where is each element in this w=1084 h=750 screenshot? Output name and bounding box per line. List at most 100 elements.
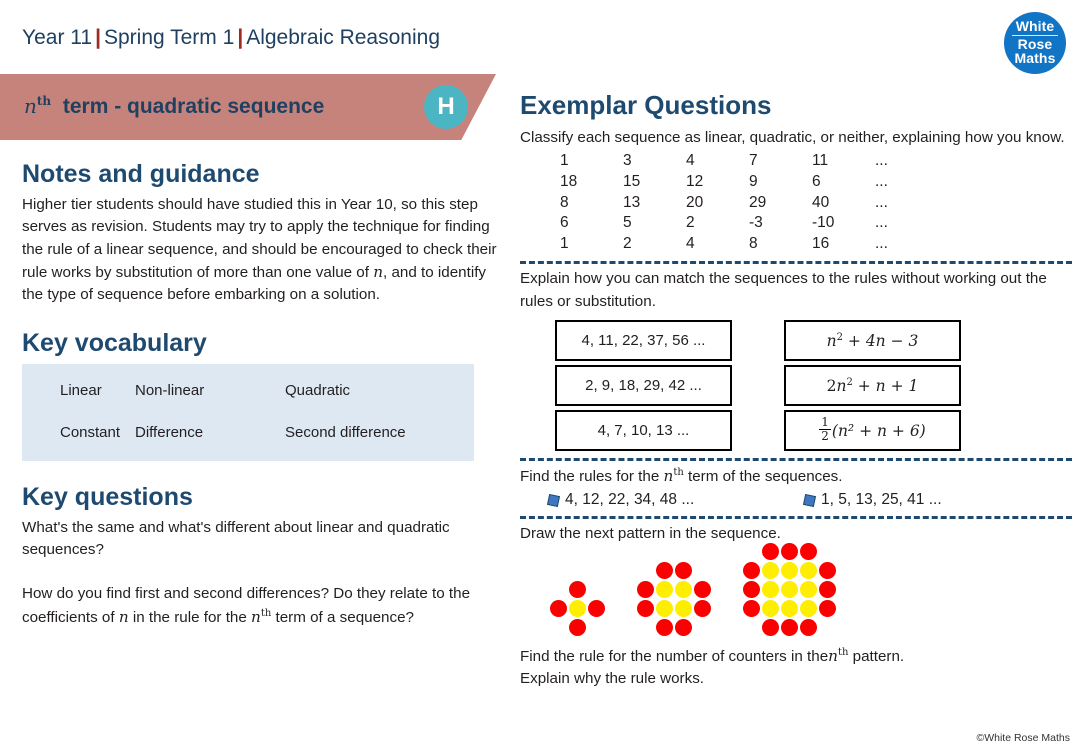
red-counter [637,599,654,617]
counter-pattern-2 [637,561,713,638]
sequence-table: 1 3 4 7 11... 18 15 12 9 6... 8 13 20 29 40... 6 5 2 -3… [560,151,1072,254]
seq-cell: 9 [749,172,758,190]
red-counter [819,599,836,617]
yellow-counter [656,580,673,598]
seq-cell: 13 [623,193,641,211]
yellow-counter [675,580,692,598]
breadcrumb-topic: Algebraic Reasoning [246,26,440,49]
kq2-nth-n: n [251,607,261,626]
rule-rest: (n² + n + 6) [831,421,926,440]
seq-cell: 11 [812,152,829,170]
seq-cell: 12 [686,172,704,190]
seq-cell: ... [875,152,888,170]
task5-th-suffix: th [837,646,849,658]
exemplar-questions-heading: Exemplar Questions [520,90,772,120]
task-2-instruction: Explain how you can match the sequences … [520,270,1047,310]
sequence-card[interactable]: 4, 7, 10, 13 ... [555,410,732,452]
red-counter [656,618,673,636]
red-counter [569,580,586,598]
notes-n-variable: n [373,263,383,282]
seq-cell: 1 [560,234,569,252]
key-question-1: What's the same and what's different abo… [22,518,450,559]
yellow-counter [656,599,673,617]
logo-line-rose: Rose [1017,35,1053,52]
counter-patterns [550,542,1072,638]
vocab-term: Non-linear [135,381,205,399]
copyright-notice: ©White Rose Maths [976,732,1070,744]
rule-card[interactable]: 1 2 (n² + n + 6) [784,410,961,452]
find-rule-sequence: 4, 12, 22, 34, 48 ... [565,491,695,509]
vocabulary-row: Linear Non-linear Quadratic [60,382,474,399]
right-column: Exemplar Questions Classify each sequenc… [520,90,1072,690]
diamond-bullet-icon [802,493,817,507]
seq-cell: 4 [686,152,695,170]
red-counter [694,580,711,598]
seq-cell: 29 [749,193,767,211]
red-counter [762,618,779,636]
table-row: 18 15 12 9 6... [560,172,1072,193]
rule-rest: + 4n − 3 [842,331,919,350]
breadcrumb-term: Spring Term 1 [103,26,235,49]
breadcrumb: Year 11 | Spring Term 1 | Algebraic Reasonin… [22,26,440,50]
seq-cell: 16 [812,234,830,252]
yellow-counter [800,580,817,598]
fraction-numerator: 1 [819,415,831,431]
seq-cell: 3 [623,152,632,170]
task-5-line-1: Find the rule for the number of counters… [520,645,1072,668]
vocab-term: Linear [60,381,102,399]
breadcrumb-separator-1: | [95,26,101,49]
seq-cell: 40 [812,193,830,211]
red-counter [550,599,567,617]
table-row: 8 13 20 29 40... [560,193,1072,214]
tier-badge-label: H [437,93,455,120]
vocab-term: Difference [135,423,204,441]
red-counter [694,599,711,617]
red-counter [743,561,760,579]
left-column: Notes and guidance Higher tier students … [22,160,502,629]
sequence-card[interactable]: 4, 11, 22, 37, 56 ... [555,320,732,362]
seq-cell: 18 [560,172,578,190]
logo-line-maths: Maths [1014,50,1056,67]
matching-activity: 4, 11, 22, 37, 56 ... 2, 9, 18, 29, 42 .… [555,320,1072,452]
rule-card[interactable]: n2 + 4n − 3 [784,320,961,362]
red-counter [819,580,836,598]
divider-1 [520,261,1072,265]
kq2-n-variable: n [118,607,129,626]
yellow-counter [781,580,798,598]
seq-cell: 15 [623,172,641,190]
yellow-counter [675,599,692,617]
task3-n-variable: n [663,467,674,486]
red-counter [743,599,760,617]
task-5-instruction: Find the rule for the number of counters… [520,645,1072,691]
red-counter [675,561,692,579]
vocab-term: Constant [60,423,121,441]
seq-cell: 6 [560,214,569,232]
seq-cell: 1 [560,152,569,170]
yellow-counter [781,599,798,617]
notes-heading: Notes and guidance [22,160,260,188]
rule-cards-column: n2 + 4n − 3 2n2 + n + 1 1 2 (n² + n + 6) [784,320,961,452]
yellow-counter [800,561,817,579]
find-rule-sequence: 1, 5, 13, 25, 41 ... [821,491,942,509]
task-5-line-2: Explain why the rule works. [520,670,705,688]
rule-var: n [826,331,837,350]
vocabulary-box: Linear Non-linear Quadratic Constant Dif… [22,363,474,461]
kq2-text-b: in the rule for the [128,608,252,626]
rule-card[interactable]: 2n2 + n + 1 [784,365,961,407]
key-questions-heading: Key questions [22,482,193,511]
red-counter [656,561,673,579]
sequence-card[interactable]: 2, 9, 18, 29, 42 ... [555,365,732,407]
seq-cell: -3 [749,214,763,232]
fraction-one-half: 12 [819,416,831,442]
table-row: 6 5 2 -3 -10... [560,213,1072,234]
seq-cell: 8 [749,234,758,252]
title-n-variable: n [24,94,37,118]
kq2-text-c: term of a sequence? [271,608,414,626]
divider-3 [520,516,1072,520]
rule-coefficient: 2 [826,376,837,395]
counter-pattern-1 [550,580,607,638]
red-counter [781,618,798,636]
task3-text-a: Find the rules for the [520,468,664,486]
seq-cell: 20 [686,193,704,211]
seq-cell: 8 [560,193,569,211]
